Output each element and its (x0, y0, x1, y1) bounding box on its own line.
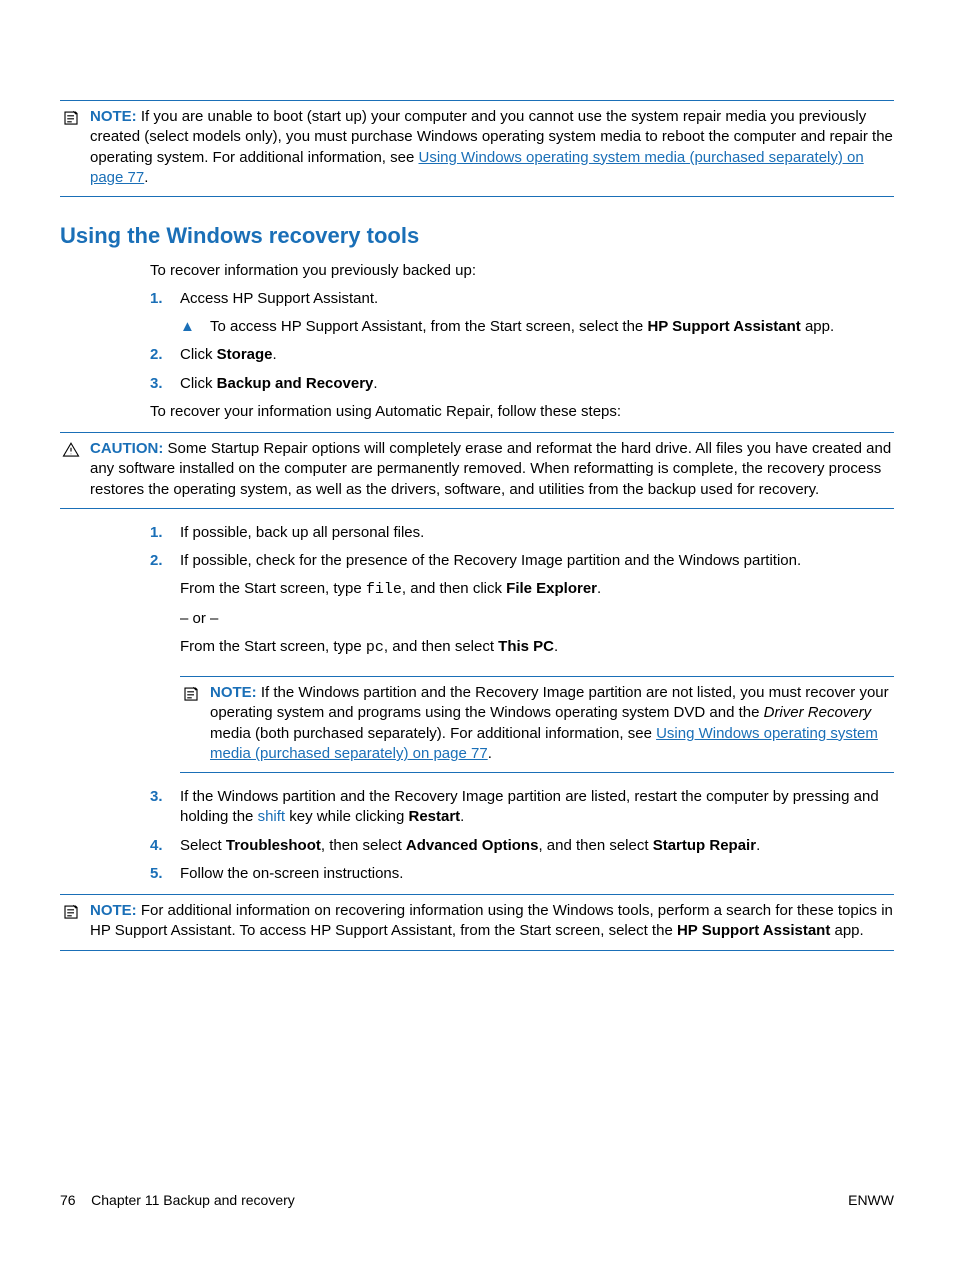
note-icon (180, 683, 202, 764)
footer-right: ENWW (848, 1191, 894, 1210)
step-text: Select Troubleshoot, then select Advance… (180, 836, 894, 856)
sub-step-triangle: ▲ To access HP Support Assistant, from t… (180, 317, 894, 337)
step-2-or: – or – (180, 609, 894, 629)
list-number: 3. (150, 374, 180, 394)
caution-label: CAUTION: (90, 440, 163, 457)
step-1-2: 2. Click Storage. (150, 345, 894, 365)
note-2-body: NOTE: If the Windows partition and the R… (210, 683, 894, 764)
caution-body: CAUTION: Some Startup Repair options wil… (90, 439, 894, 500)
caution-text: Some Startup Repair options will complet… (90, 440, 891, 498)
note-label: NOTE: (90, 902, 137, 919)
note-label: NOTE: (90, 108, 137, 125)
list-number: 5. (150, 864, 180, 884)
note-box-3: NOTE: For additional information on reco… (60, 894, 894, 951)
step-text: If possible, check for the presence of t… (180, 551, 894, 666)
steps-1: 1. Access HP Support Assistant. ▲ To acc… (150, 289, 894, 394)
list-number: 3. (150, 787, 180, 828)
step-2-4: 4. Select Troubleshoot, then select Adva… (150, 836, 894, 856)
steps-2: 1. If possible, back up all personal fil… (150, 523, 894, 884)
caution-box: CAUTION: Some Startup Repair options wil… (60, 432, 894, 509)
step-2-1: 1. If possible, back up all personal fil… (150, 523, 894, 543)
list-number: 2. (150, 345, 180, 365)
triangle-bullet-icon: ▲ (180, 317, 210, 337)
step-2-2b: From the Start screen, type pc, and then… (180, 637, 894, 658)
note-3-body: NOTE: For additional information on reco… (90, 901, 894, 942)
step-text: If the Windows partition and the Recover… (180, 787, 894, 828)
step-text: Click Backup and Recovery. (180, 374, 894, 394)
note-box-1: NOTE: If you are unable to boot (start u… (60, 100, 894, 197)
note-icon (60, 107, 82, 188)
list-number: 1. (150, 523, 180, 543)
note-1-text-b: . (144, 169, 148, 186)
section-heading: Using the Windows recovery tools (60, 221, 894, 251)
note-box-2: NOTE: If the Windows partition and the R… (180, 676, 894, 773)
page-number: 76 (60, 1192, 76, 1208)
step-text: Click Storage. (180, 345, 894, 365)
step-text: Follow the on-screen instructions. (180, 864, 894, 884)
note-icon (60, 901, 82, 942)
step-2-2a: From the Start screen, type file, and th… (180, 579, 894, 600)
footer-left: 76 Chapter 11 Backup and recovery (60, 1191, 295, 1210)
page: NOTE: If you are unable to boot (start u… (0, 0, 954, 1270)
chapter-label: Chapter 11 Backup and recovery (91, 1192, 295, 1208)
step-2-2: 2. If possible, check for the presence o… (150, 551, 894, 666)
note-label: NOTE: (210, 684, 257, 701)
intro-1: To recover information you previously ba… (150, 261, 894, 281)
step-text: Access HP Support Assistant. (180, 289, 894, 309)
step-1-3: 3. Click Backup and Recovery. (150, 374, 894, 394)
intro-2: To recover your information using Automa… (150, 402, 894, 422)
list-number: 1. (150, 289, 180, 309)
step-2-3: 3. If the Windows partition and the Reco… (150, 787, 894, 828)
step-1-1: 1. Access HP Support Assistant. (150, 289, 894, 309)
caution-icon (60, 439, 82, 500)
step-text: If possible, back up all personal files. (180, 523, 894, 543)
step-2-5: 5. Follow the on-screen instructions. (150, 864, 894, 884)
list-number: 4. (150, 836, 180, 856)
list-number: 2. (150, 551, 180, 666)
note-1-body: NOTE: If you are unable to boot (start u… (90, 107, 894, 188)
page-footer: 76 Chapter 11 Backup and recovery ENWW (60, 1191, 894, 1210)
sub-step-text: To access HP Support Assistant, from the… (210, 317, 894, 337)
